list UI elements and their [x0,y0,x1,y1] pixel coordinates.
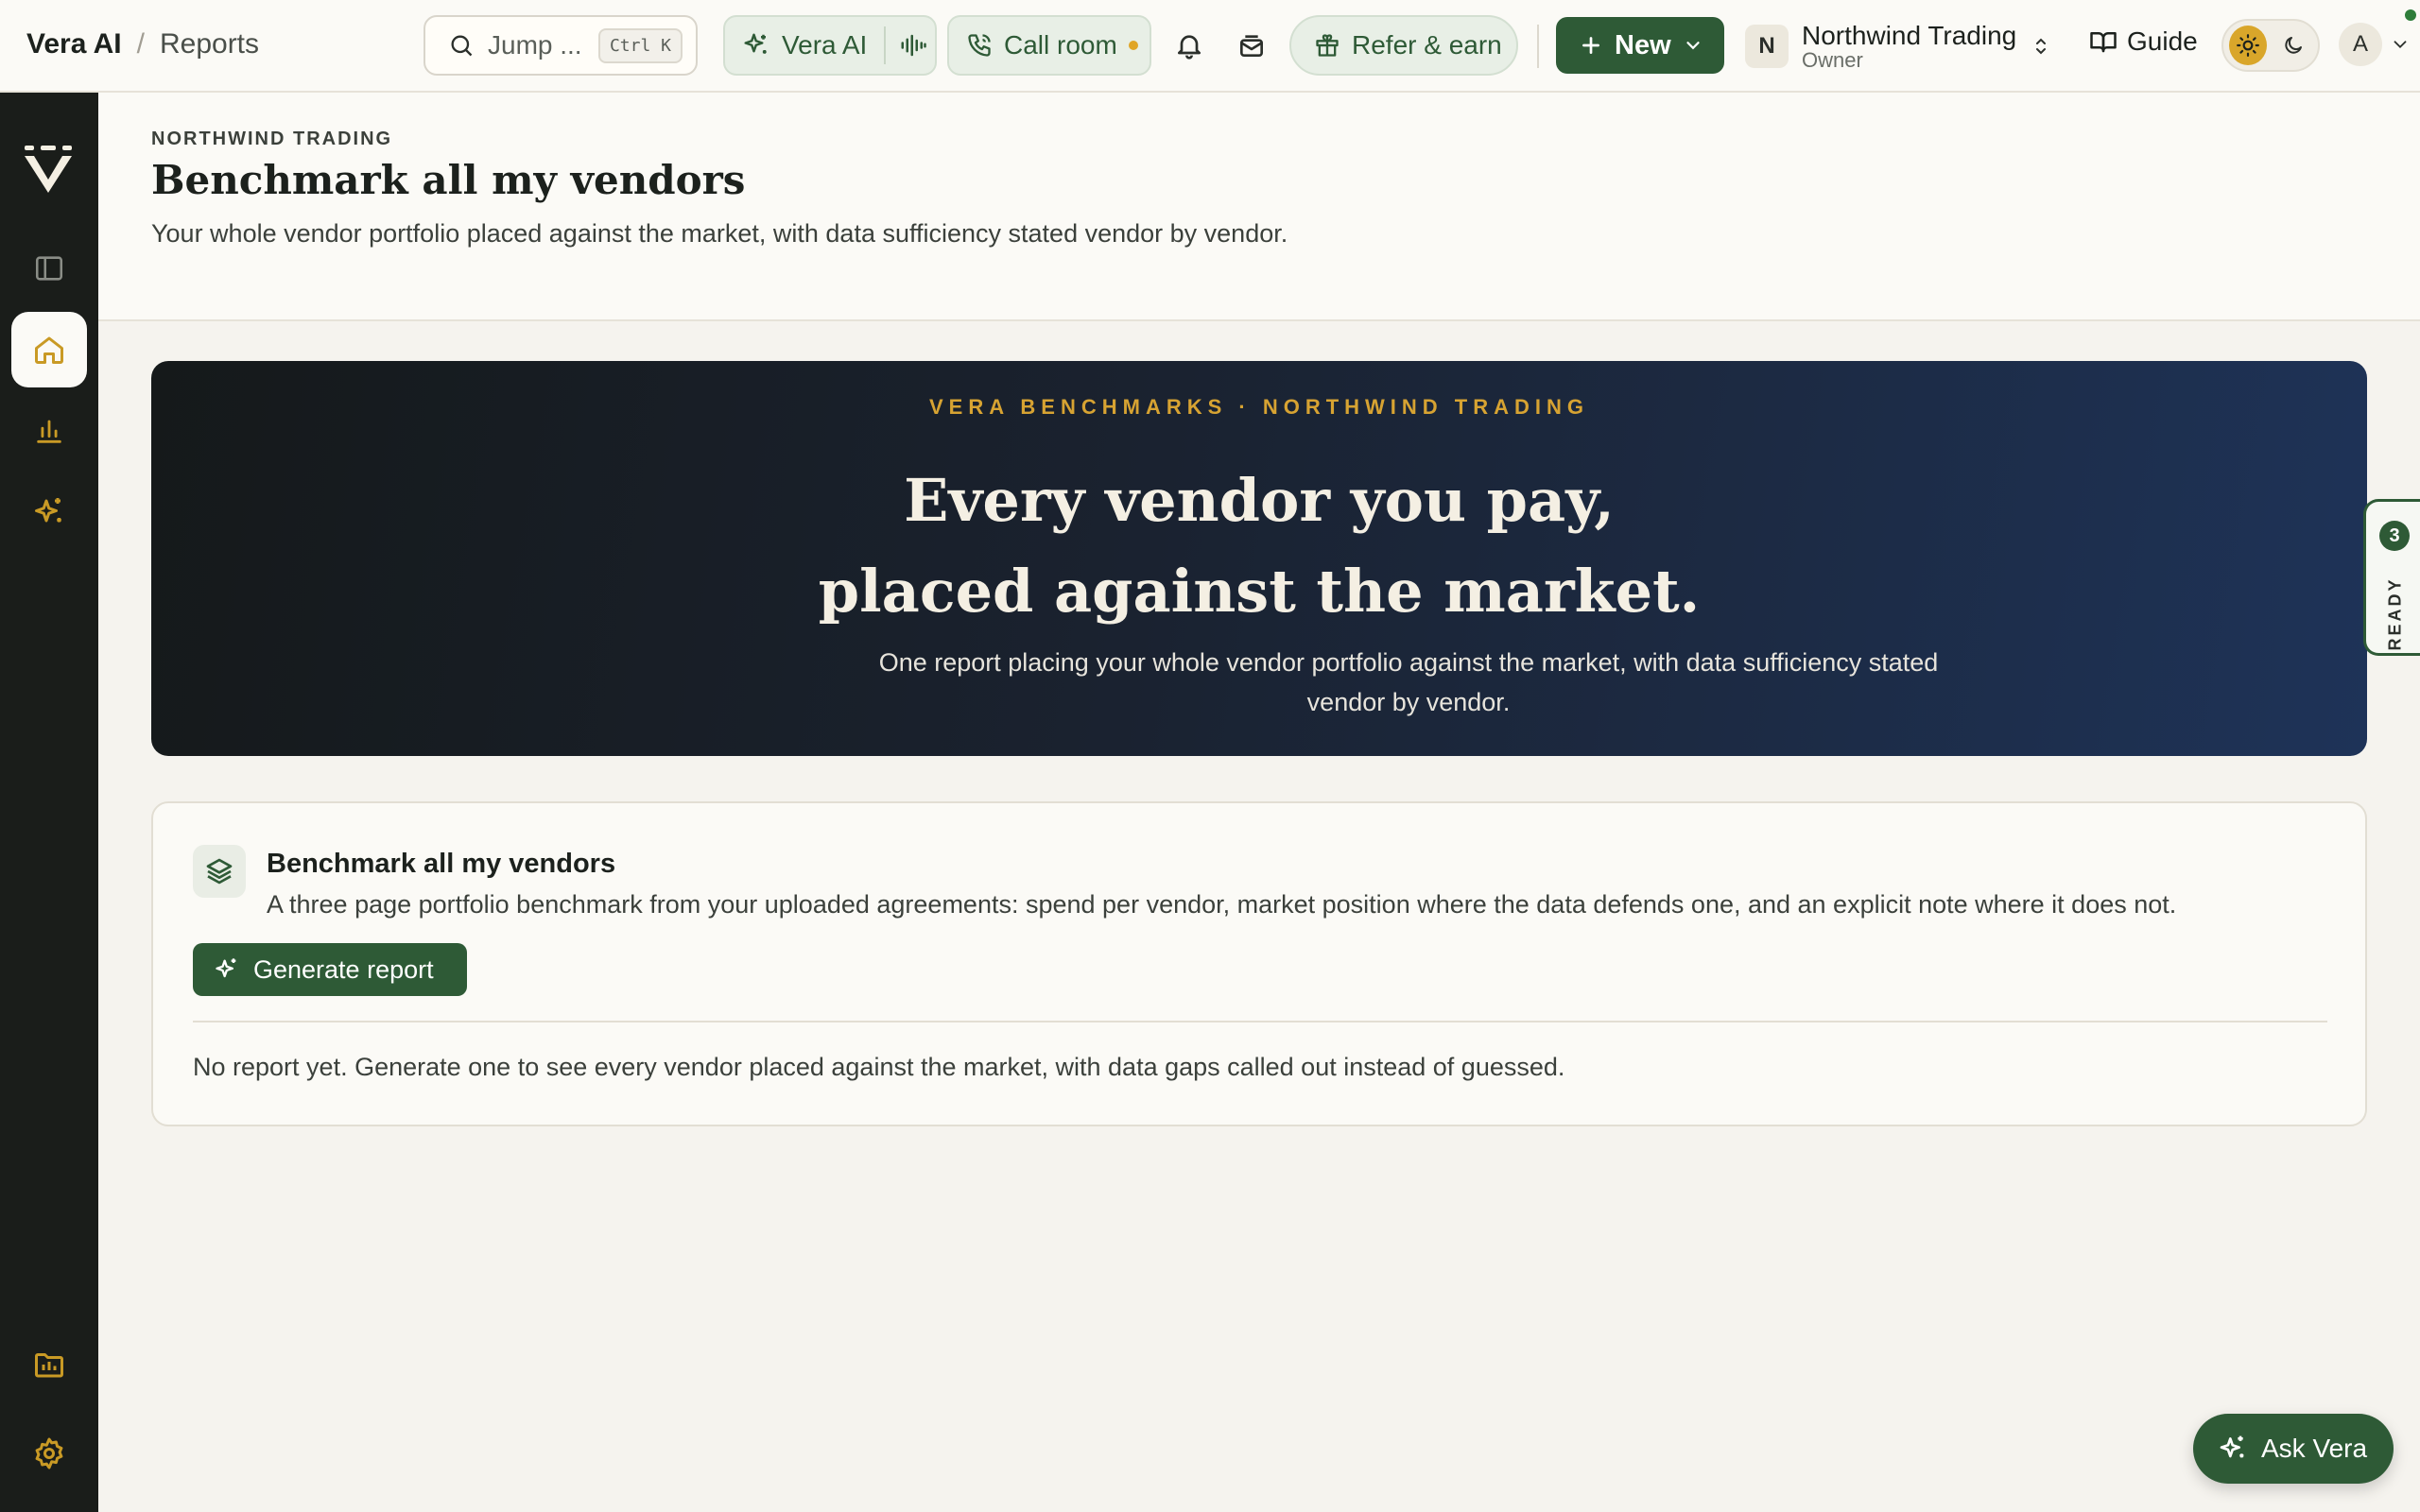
sparkles-icon [2218,1434,2248,1464]
sidebar-item-vera-ai[interactable] [11,474,87,550]
online-status-dot [2405,9,2416,21]
breadcrumb-app[interactable]: Vera AI [26,28,122,60]
generate-report-button[interactable]: Generate report [193,943,467,996]
hero-banner: VERA BENCHMARKS · NORTHWIND TRADING Ever… [151,361,2367,756]
empty-state-message: No report yet. Generate one to see every… [193,1053,1565,1081]
ask-vera-label: Ask Vera [2261,1434,2368,1463]
moon-icon[interactable] [2274,26,2312,65]
sidebar-toggle-button[interactable] [11,231,87,306]
search-shortcut-hint: Ctrl K [597,27,683,63]
page-header: NORTHWIND TRADING Benchmark all my vendo… [98,93,2420,321]
voice-waveform-icon[interactable] [899,31,927,60]
layers-icon [193,845,246,898]
bell-icon [1174,30,1204,60]
gear-icon [32,1436,66,1470]
new-button[interactable]: New [1556,17,1724,74]
new-label: New [1615,29,1671,60]
hero-title-line-2: placed against the market. [818,557,1701,626]
call-room-button[interactable]: Call room [947,15,1151,76]
card-divider [193,1021,2327,1022]
chevrons-up-down-icon [2030,35,2052,58]
org-avatar: N [1745,25,1789,68]
page-eyebrow: NORTHWIND TRADING [151,129,393,149]
vera-ai-button[interactable]: Vera AI [723,15,937,76]
book-open-icon [2089,27,2118,56]
page-description: Your whole vendor portfolio placed again… [151,219,1288,248]
search-placeholder: Jump ... [488,30,582,60]
call-room-status-dot [1128,41,1138,50]
mail-stack-icon [1236,30,1267,60]
theme-toggle[interactable] [2221,19,2320,72]
guide-button[interactable]: Guide [2089,26,2198,57]
vera-logo[interactable] [19,140,78,198]
inbox-button[interactable] [1233,26,1270,64]
refer-and-earn-button[interactable]: Refer & earn [1289,15,1518,76]
sun-icon[interactable] [2229,26,2267,65]
ready-count-badge: 3 [2379,521,2410,551]
org-details: Northwind Trading Owner [1802,20,2017,73]
breadcrumb: Vera AI / Reports [26,28,259,60]
ready-reports-tab[interactable]: 3 READY [2363,499,2420,656]
plus-icon [1579,33,1603,58]
user-avatar: A [2339,23,2382,66]
folder-chart-icon [32,1348,66,1382]
chevron-down-icon [2390,34,2411,55]
report-card-title: Benchmark all my vendors [267,849,616,879]
organization-switcher[interactable]: N Northwind Trading Owner [1745,13,2052,79]
sidebar-item-reports-folder[interactable] [11,1327,87,1402]
ask-vera-button[interactable]: Ask Vera [2193,1414,2394,1484]
bar-chart-icon [33,415,65,447]
page-title: Benchmark all my vendors [151,157,746,203]
search-input[interactable]: Jump ... Ctrl K [424,15,698,76]
sidebar-item-home[interactable] [11,312,87,387]
call-room-label: Call room [1004,30,1117,60]
chevron-down-icon [1683,35,1703,56]
generate-report-label: Generate report [253,954,434,984]
toolbar-divider [1537,25,1539,68]
notifications-button[interactable] [1170,26,1208,64]
hero-title: Every vendor you pay, placed against the… [151,455,2367,637]
breadcrumb-current-page: Reports [159,28,260,60]
sidebar [0,93,98,1512]
sparkles-icon [742,31,770,60]
vera-ai-label: Vera AI [782,30,868,60]
org-name: Northwind Trading [1802,20,2017,50]
sidebar-item-analytics[interactable] [11,393,87,469]
refer-label: Refer & earn [1352,30,1502,60]
divider [884,26,887,64]
gift-icon [1314,32,1340,59]
phone-call-icon [966,32,993,59]
report-card-description: A three page portfolio benchmark from yo… [267,890,2177,919]
search-icon [448,32,475,59]
sidebar-panel-icon [33,252,65,284]
hero-title-line-1: Every vendor you pay, [904,466,1615,535]
user-menu[interactable]: A [2339,23,2411,66]
report-card: Benchmark all my vendors A three page po… [151,801,2367,1126]
sparkles-icon [214,956,240,983]
hero-subtitle: One report placing your whole vendor por… [878,648,1939,716]
top-bar: Vera AI / Reports Jump ... Ctrl K Vera A… [0,0,2420,93]
home-icon [32,333,66,367]
ready-label: READY [2385,576,2405,651]
org-role: Owner [1802,48,1863,73]
breadcrumb-separator: / [136,28,145,60]
sidebar-item-settings[interactable] [11,1416,87,1491]
hero-eyebrow: VERA BENCHMARKS · NORTHWIND TRADING [928,395,1590,419]
sparkles-icon [32,495,66,529]
guide-label: Guide [2127,26,2198,56]
